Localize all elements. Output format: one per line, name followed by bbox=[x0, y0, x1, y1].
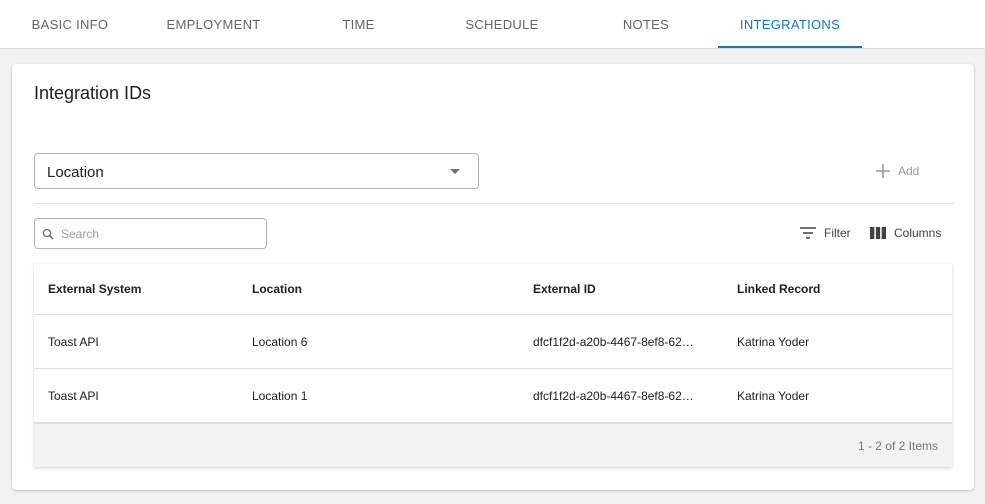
search-icon bbox=[42, 228, 54, 240]
active-tab-indicator bbox=[718, 46, 862, 48]
columns-button-label: Columns bbox=[894, 226, 942, 240]
divider bbox=[34, 203, 954, 204]
table-row[interactable]: Toast API Location 1 dfcf1f2d-a20b-4467-… bbox=[34, 369, 952, 423]
location-select-value: Location bbox=[47, 164, 104, 181]
columns-icon bbox=[870, 227, 886, 239]
cell-external-id: dfcf1f2d-a20b-4467-8ef8-62… bbox=[533, 389, 694, 403]
cell-external-system: Toast API bbox=[48, 335, 99, 349]
cell-linked-record: Katrina Yoder bbox=[737, 335, 810, 349]
search-input[interactable] bbox=[61, 224, 261, 244]
column-header-location[interactable]: Location bbox=[252, 282, 302, 296]
add-button-label: Add bbox=[898, 164, 920, 178]
tab-integrations[interactable]: INTEGRATIONS bbox=[718, 0, 862, 49]
tab-schedule[interactable]: SCHEDULE bbox=[430, 0, 574, 49]
filter-icon bbox=[800, 227, 816, 239]
cell-external-system: Toast API bbox=[48, 389, 99, 403]
grid-header: External System Location External ID Lin… bbox=[34, 264, 952, 315]
integrations-grid: External System Location External ID Lin… bbox=[34, 264, 952, 467]
tab-notes[interactable]: NOTES bbox=[574, 0, 718, 49]
card-title: Integration IDs bbox=[34, 83, 152, 103]
integration-ids-card: Integration IDs Location Add Filter Colu… bbox=[12, 64, 974, 490]
column-header-external-system[interactable]: External System bbox=[48, 282, 141, 296]
plus-icon bbox=[876, 164, 890, 178]
column-header-external-id[interactable]: External ID bbox=[533, 282, 596, 296]
tab-basic-info[interactable]: BASIC INFO bbox=[0, 0, 140, 49]
table-row[interactable]: Toast API Location 6 dfcf1f2d-a20b-4467-… bbox=[34, 315, 952, 369]
tab-time[interactable]: TIME bbox=[287, 0, 430, 49]
chevron-down-icon bbox=[450, 169, 460, 174]
filter-button[interactable]: Filter bbox=[800, 222, 851, 244]
grid-footer: 1 - 2 of 2 Items bbox=[34, 423, 952, 467]
cell-linked-record: Katrina Yoder bbox=[737, 389, 810, 403]
add-button[interactable]: Add bbox=[876, 160, 919, 182]
tab-bar: BASIC INFO EMPLOYMENT TIME SCHEDULE NOTE… bbox=[0, 0, 985, 49]
search-box bbox=[34, 218, 267, 249]
pager-info: 1 - 2 of 2 Items bbox=[857, 439, 938, 453]
column-header-linked-record[interactable]: Linked Record bbox=[737, 282, 820, 296]
tab-employment[interactable]: EMPLOYMENT bbox=[140, 0, 287, 49]
cell-external-id: dfcf1f2d-a20b-4467-8ef8-62… bbox=[533, 335, 694, 349]
cell-location: Location 1 bbox=[252, 389, 308, 403]
cell-location: Location 6 bbox=[252, 335, 308, 349]
location-select[interactable]: Location bbox=[34, 153, 479, 189]
filter-button-label: Filter bbox=[824, 226, 851, 240]
columns-button[interactable]: Columns bbox=[870, 222, 941, 244]
